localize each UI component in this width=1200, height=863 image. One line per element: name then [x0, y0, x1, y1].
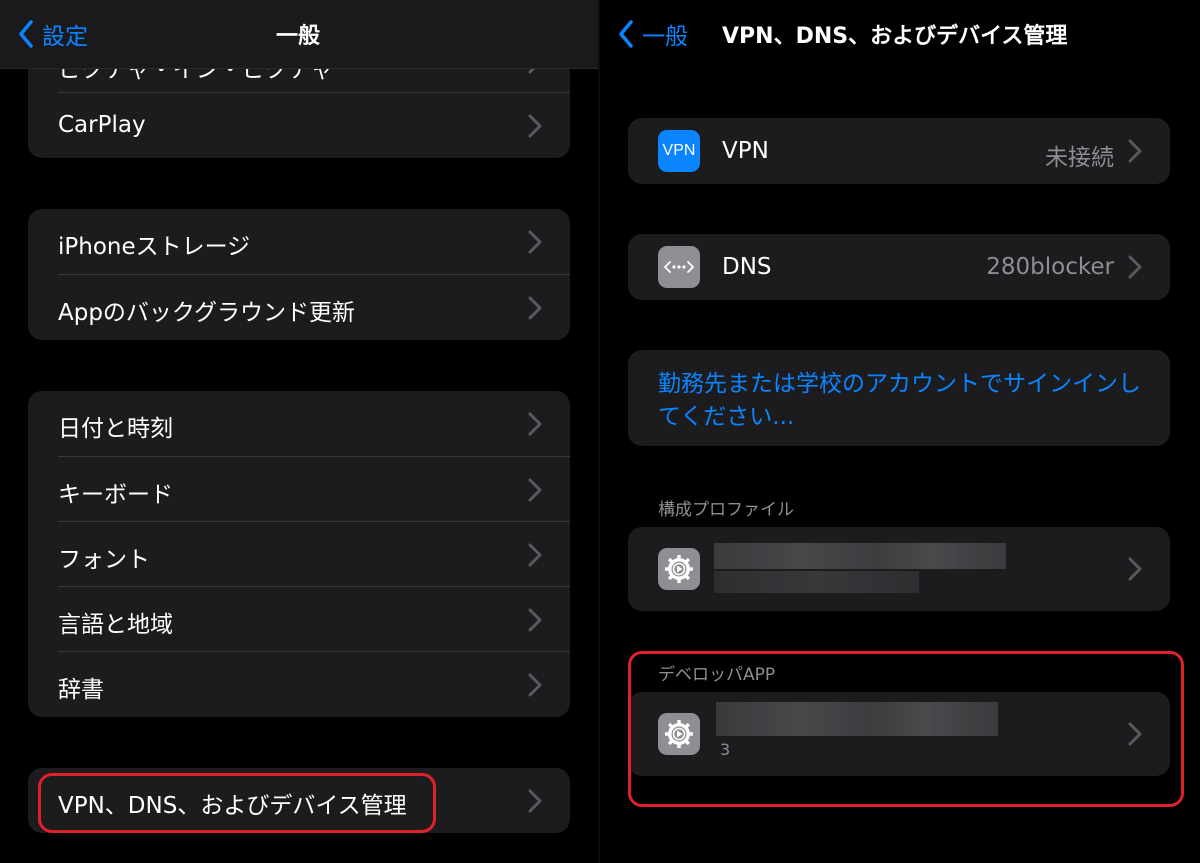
- profile-section-header: 構成プロファイル: [658, 500, 794, 520]
- vpn-status-value: 未接続: [1045, 145, 1114, 171]
- navigation-bar: 設定 一般: [0, 0, 598, 69]
- page-title: 一般: [276, 24, 321, 49]
- chevron-right-icon: [528, 543, 542, 567]
- chevron-right-icon: [1128, 557, 1142, 581]
- vpn-group: VPN、DNS、およびデバイス管理: [28, 768, 570, 833]
- language-region-label: 言語と地域: [58, 612, 173, 638]
- chevron-right-icon: [528, 673, 542, 697]
- chevron-right-icon: [1128, 722, 1142, 746]
- carplay-label: CarPlay: [58, 112, 146, 138]
- work-school-signin-link[interactable]: 勤務先または学校のアカウントでサインインしてください...: [658, 368, 1158, 434]
- keyboard-row[interactable]: キーボード: [28, 457, 570, 522]
- dictionary-label: 辞書: [58, 677, 104, 703]
- page-title: VPN、DNS、およびデバイス管理: [722, 24, 1068, 49]
- developer-app-group: 3: [628, 692, 1170, 776]
- chevron-right-icon: [528, 114, 542, 138]
- navigation-bar: 一般 VPN、DNS、およびデバイス管理: [600, 0, 1200, 68]
- dns-value: 280blocker: [986, 254, 1114, 280]
- vpn-group: VPN VPN 未接続: [628, 118, 1170, 184]
- developer-app-count: 3: [720, 740, 731, 759]
- dns-icon: [658, 246, 700, 288]
- signin-group: 勤務先または学校のアカウントでサインインしてください...: [628, 350, 1170, 446]
- iphone-storage-label: iPhoneストレージ: [58, 234, 251, 260]
- chevron-right-icon: [528, 789, 542, 813]
- chevron-right-icon: [528, 608, 542, 632]
- back-button[interactable]: 設定: [18, 0, 88, 68]
- background-refresh-label: Appのバックグラウンド更新: [58, 300, 356, 326]
- fonts-label: フォント: [58, 547, 150, 573]
- dns-dots-icon: [664, 261, 694, 273]
- chevron-left-icon: [19, 20, 33, 48]
- iphone-storage-row[interactable]: iPhoneストレージ: [28, 209, 570, 274]
- carplay-row[interactable]: CarPlay: [28, 93, 570, 158]
- vpn-icon: VPN: [658, 130, 700, 172]
- vpn-row[interactable]: VPN VPN 未接続: [628, 118, 1170, 184]
- chevron-right-icon: [528, 412, 542, 436]
- vpn-dns-device-management-label: VPN、DNS、およびデバイス管理: [58, 793, 407, 819]
- general-settings-screen: ピクチャ・イン・ピクチャ CarPlay iPhoneストレージ Appのバック…: [0, 0, 598, 863]
- dns-row[interactable]: DNS 280blocker: [628, 234, 1170, 300]
- vpn-dns-device-management-row[interactable]: VPN、DNS、およびデバイス管理: [28, 768, 570, 833]
- locale-group: 日付と時刻 キーボード フォント 言語と地域 辞書: [28, 391, 570, 717]
- vpn-label: VPN: [722, 138, 769, 164]
- chevron-right-icon: [528, 230, 542, 254]
- back-label: 一般: [642, 24, 688, 50]
- back-button[interactable]: 一般: [618, 0, 688, 68]
- chevron-right-icon: [528, 478, 542, 502]
- redacted-developer-name: [716, 702, 998, 736]
- chevron-right-icon: [1128, 255, 1142, 279]
- chevron-right-icon: [1128, 139, 1142, 163]
- chevron-right-icon: [528, 296, 542, 320]
- chevron-left-icon: [619, 20, 633, 48]
- date-time-row[interactable]: 日付と時刻: [28, 391, 570, 456]
- dns-label: DNS: [722, 254, 772, 280]
- redacted-profile-detail: [714, 571, 919, 593]
- developer-app-row[interactable]: 3: [628, 692, 1170, 776]
- dictionary-row[interactable]: 辞書: [28, 652, 570, 717]
- gear-icon: [658, 713, 700, 755]
- developer-app-section-header: デベロッパAPP: [658, 665, 776, 685]
- redacted-profile-name: [714, 543, 1006, 569]
- vpn-device-management-screen: 一般 VPN、DNS、およびデバイス管理 VPN VPN 未接続 DNS 280…: [600, 0, 1200, 863]
- configuration-profile-row[interactable]: [628, 527, 1170, 611]
- dns-group: DNS 280blocker: [628, 234, 1170, 300]
- fonts-row[interactable]: フォント: [28, 522, 570, 587]
- back-label: 設定: [42, 24, 88, 50]
- vpn-icon-text: VPN: [662, 142, 696, 159]
- date-time-label: 日付と時刻: [58, 416, 173, 442]
- keyboard-label: キーボード: [58, 482, 173, 508]
- gear-icon: [658, 548, 700, 590]
- background-refresh-row[interactable]: Appのバックグラウンド更新: [28, 275, 570, 340]
- language-region-row[interactable]: 言語と地域: [28, 587, 570, 652]
- profile-group: [628, 527, 1170, 611]
- storage-group: iPhoneストレージ Appのバックグラウンド更新: [28, 209, 570, 340]
